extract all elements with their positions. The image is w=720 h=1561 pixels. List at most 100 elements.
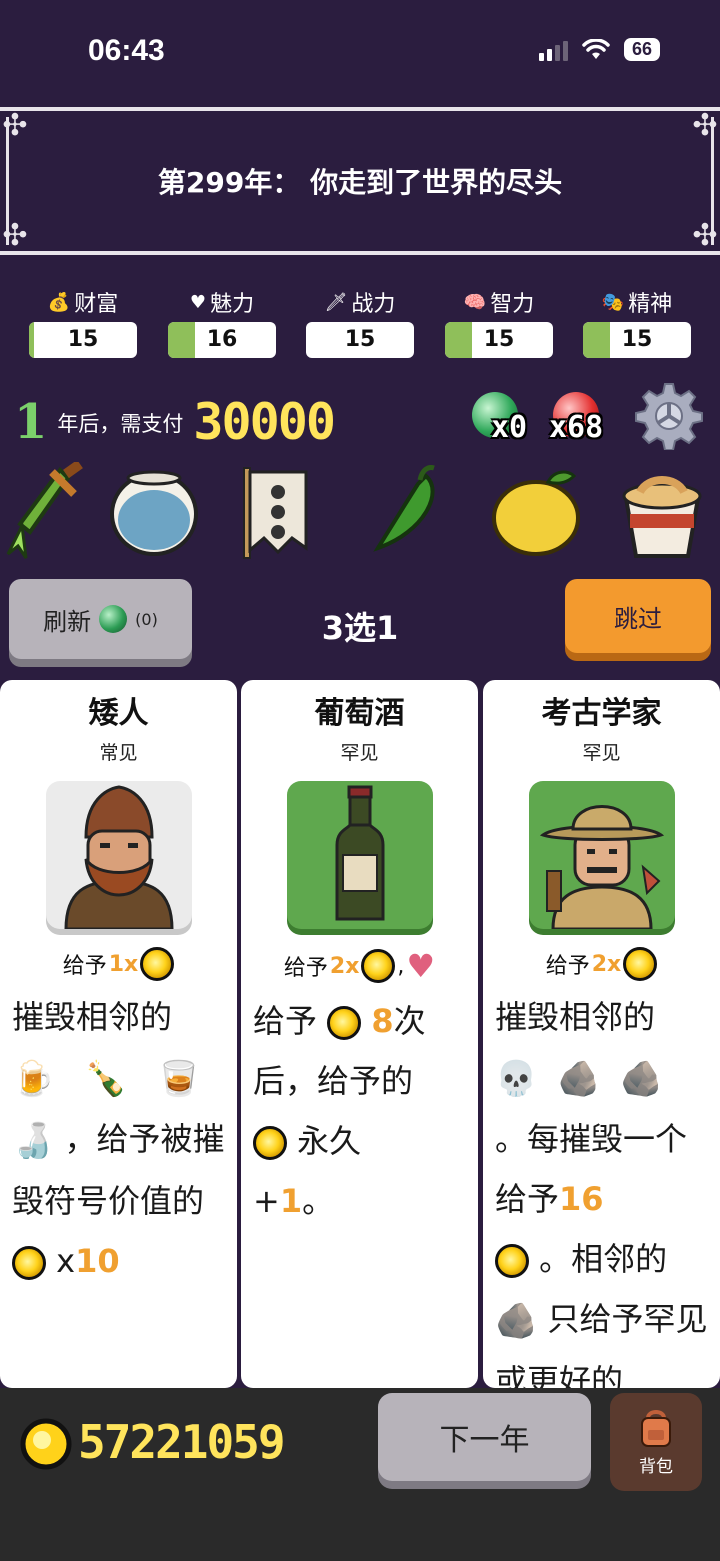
event-title: 第299年： 你走到了世界的尽头: [157, 166, 563, 199]
card-rarity: 罕见: [582, 742, 621, 764]
card-reward: 给予 1x: [0, 947, 237, 981]
stat-label: 智力: [490, 292, 535, 317]
desc-number: 10: [75, 1242, 120, 1280]
stat-label: 战力: [351, 292, 396, 317]
stat-label: 精神: [628, 292, 673, 317]
backpack-icon: [641, 1409, 671, 1447]
coin-icon: [140, 947, 175, 981]
desc-number: 1: [279, 1182, 303, 1220]
dwarf-portrait: [45, 781, 192, 929]
event-banner: ✣ ✣ ✣ ✣ 第299年： 你走到了世界的尽头: [0, 107, 720, 255]
give-label: 给予: [283, 956, 328, 981]
stat-label: 财富: [74, 292, 119, 317]
coin-icon: [327, 1006, 362, 1040]
heart-icon: ♥: [406, 947, 436, 985]
give-label: 给予: [545, 954, 590, 979]
desc-number: 8: [371, 1002, 394, 1040]
mask-icon: 🎭: [601, 291, 625, 313]
card-description: 摧毁相邻的 🍺 🍾 🥃 🍶 ，给予被摧毁符号价值的 x10: [0, 981, 237, 1291]
give-label: 给予: [62, 954, 107, 979]
sword-icon: 🗡: [324, 291, 348, 313]
stat-wealth: 💰 财富 15: [29, 282, 137, 358]
coin-icon: [361, 949, 396, 983]
poison-dagger-icon[interactable]: [0, 462, 100, 562]
backpack-label: 背包: [639, 1456, 673, 1477]
desc-text: x: [56, 1242, 76, 1280]
desc-text: 永久: [297, 1122, 362, 1160]
desc-text: 。相邻的: [539, 1240, 668, 1278]
wifi-icon: [582, 38, 610, 59]
give-multiplier: 2x: [329, 953, 360, 979]
coin-icon: [253, 1126, 287, 1160]
stat-combat: 🗡 战力 15: [306, 282, 414, 358]
stat-value: 15: [483, 327, 515, 352]
card-rarity: 罕见: [340, 742, 379, 764]
payment-due: 1 年后，需支付 30000: [14, 388, 336, 451]
card-description: 给予 8次后，给予的 永久 +1。: [241, 985, 478, 1231]
wine-bottle-portrait: [286, 781, 433, 929]
desc-text: 摧毁相邻的: [495, 998, 656, 1036]
stat-value: 15: [67, 327, 99, 352]
coin-icon: [623, 947, 658, 981]
whiskey-glass-icon: 🥃: [157, 1059, 201, 1099]
red-orb-count: x68: [549, 410, 604, 445]
instant-noodles-icon[interactable]: [612, 462, 712, 562]
give-multiplier: 1x: [108, 951, 139, 977]
coin-icon: [495, 1244, 529, 1278]
stat-value: 15: [621, 327, 653, 352]
desc-text: +: [253, 1182, 280, 1220]
card-name: 葡萄酒: [314, 696, 405, 731]
fossil-icon: 🪨: [620, 1059, 663, 1099]
fossil-icon: 🪨: [495, 1301, 538, 1341]
card-description: 摧毁相邻的 💀 🪨 🪨 。每摧毁一个给予16 。相邻的 🪨 只给予罕见或更好的: [483, 981, 720, 1388]
fossil-icon: 🪨: [557, 1059, 601, 1099]
clock: 06:43: [88, 34, 165, 67]
card-name: 矮人: [88, 696, 149, 731]
wine-bottle-icon: 🍾: [84, 1059, 128, 1099]
fishbowl-icon[interactable]: [104, 462, 204, 562]
card-rarity: 常见: [99, 742, 138, 764]
status-bar: 06:43 66: [0, 0, 720, 105]
chili-pepper-icon[interactable]: [364, 462, 464, 562]
skeleton-icon: 💀: [495, 1059, 538, 1099]
card-reward: 给予 2x , ♥: [241, 947, 478, 985]
stat-value: 16: [206, 327, 238, 352]
choice-card-wine[interactable]: 葡萄酒 罕见 给予 2x , ♥ 给予 8次后，给予的 永久 +1。: [241, 680, 478, 1388]
settings-gear-icon[interactable]: [635, 382, 703, 450]
desc-text: 摧毁相邻的: [12, 998, 173, 1036]
desc-text: 给予: [253, 1002, 318, 1040]
give-multiplier: 2x: [591, 951, 622, 977]
green-orb-count: x0: [491, 410, 528, 445]
stats-panel: 💰 财富 15 ♥ 魅力 16 🗡 战力 15 🧠 智力 15 🎭 精神 15: [0, 282, 720, 372]
card-name: 考古学家: [541, 696, 662, 731]
stat-value: 15: [344, 327, 376, 352]
desc-text: 。: [302, 1182, 335, 1220]
inventory-strip: [0, 462, 720, 568]
stat-spirit: 🎭 精神 15: [583, 282, 691, 358]
coin-icon: [12, 1246, 46, 1280]
next-year-button[interactable]: 下一年: [378, 1393, 591, 1481]
backpack-button[interactable]: 背包: [610, 1393, 702, 1491]
beer-icon: 🍺: [12, 1059, 55, 1099]
lemon-icon[interactable]: [488, 462, 588, 562]
money-bag-icon: 💰: [47, 291, 71, 313]
gold-coin-icon: [20, 1418, 72, 1470]
green-orb-icon: [99, 605, 128, 633]
payment-amount: 30000: [193, 393, 336, 451]
refresh-button[interactable]: 刷新 (0): [9, 579, 192, 659]
liquor-bottle-icon: 🍶: [12, 1121, 55, 1161]
desc-number: 16: [559, 1180, 604, 1218]
archaeologist-portrait: [528, 781, 675, 929]
choice-card-dwarf[interactable]: 矮人 常见 给予 1x 摧毁相邻的 🍺 🍾 🥃 🍶 ，给予被摧毁符号价值的 x1…: [0, 680, 237, 1388]
stat-label: 魅力: [210, 292, 255, 317]
signal-icon: [538, 39, 568, 61]
brain-icon: 🧠: [463, 291, 487, 313]
payment-text: 年后，需支付: [57, 412, 184, 436]
skip-button[interactable]: 跳过: [565, 579, 711, 653]
separator: ,: [397, 953, 405, 979]
choice-card-archaeologist[interactable]: 考古学家 罕见 给予 2x 摧毁相邻的 💀 🪨 🪨 。每摧毁一个给予16 。相邻…: [483, 680, 720, 1388]
refresh-label: 刷新: [43, 607, 92, 636]
payment-years: 1: [14, 394, 48, 450]
skull-banner-icon[interactable]: [236, 462, 336, 562]
stat-intellect: 🧠 智力 15: [445, 282, 553, 358]
